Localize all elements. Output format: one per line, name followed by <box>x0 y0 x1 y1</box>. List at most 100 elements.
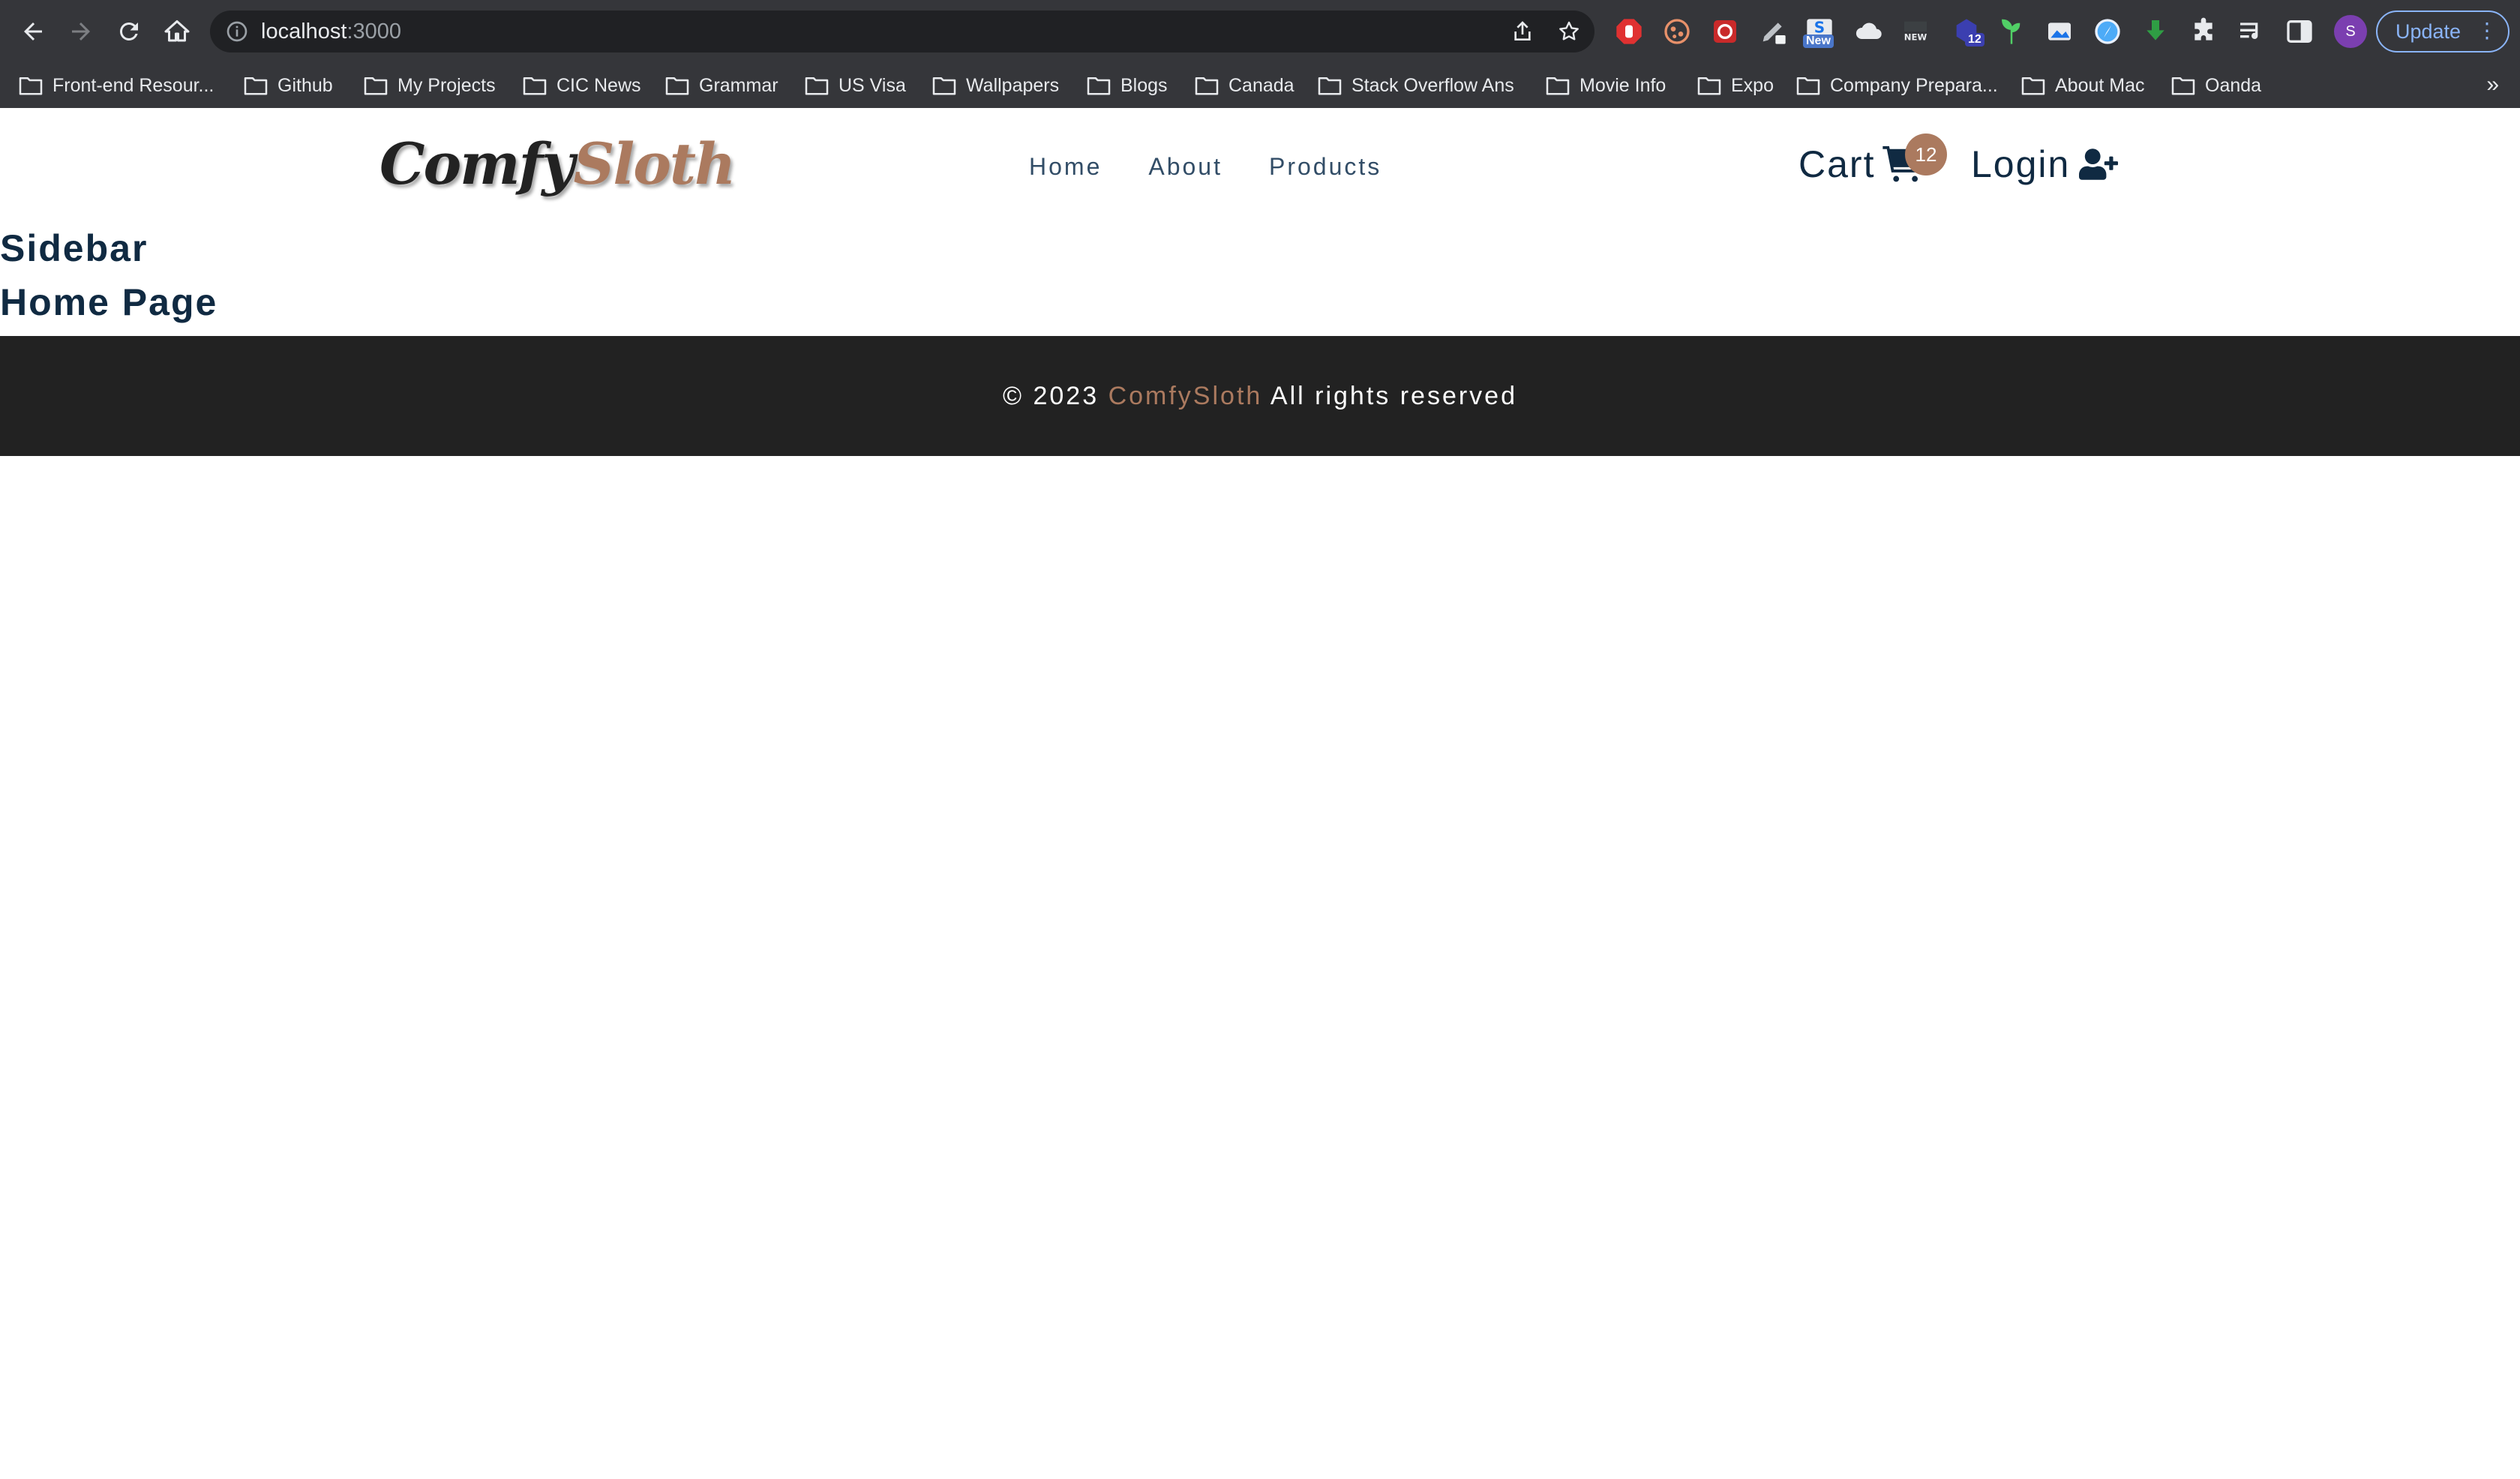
cart-count-badge: 12 <box>1905 134 1947 176</box>
home-button[interactable] <box>159 14 195 50</box>
footer-copyright: © 2023 ComfySloth All rights reserved <box>1003 382 1517 411</box>
image-icon <box>2048 22 2071 40</box>
bookmark-item[interactable]: Wallpapers <box>932 70 1059 100</box>
side-panel-icon <box>2287 20 2312 43</box>
extension-new-badge: New <box>1803 34 1834 48</box>
bookmark-item[interactable]: Blogs <box>1086 70 1168 100</box>
url-host: localhost <box>261 20 347 44</box>
home-icon <box>164 20 190 42</box>
footer-year: © 2023 <box>1002 381 1100 410</box>
folder-icon <box>1796 76 1820 95</box>
bookmark-item[interactable]: Github <box>243 70 333 100</box>
nav-link-products[interactable]: Products <box>1269 153 1382 181</box>
bookmark-item[interactable]: Stack Overflow Ans <box>1317 70 1514 100</box>
bookmark-label: Github <box>278 74 333 96</box>
folder-icon <box>19 76 43 95</box>
login-label: Login <box>1971 143 2071 185</box>
bookmark-item[interactable]: Movie Info <box>1545 70 1666 100</box>
footer-brand: ComfySloth <box>1108 381 1263 410</box>
bookmark-label: Oanda <box>2205 74 2262 96</box>
extension-download[interactable] <box>2139 15 2172 48</box>
extensions-menu-button[interactable] <box>2187 15 2220 48</box>
bookmark-label: Company Prepara... <box>1830 74 1998 96</box>
bookmark-label: CIC News <box>556 74 641 96</box>
cart-button[interactable]: Cart <box>1798 142 1923 186</box>
logo-text-sloth: Sloth <box>573 130 736 197</box>
web-page: ComfySloth Home About Products Cart 12 L… <box>0 108 2520 1479</box>
forward-button[interactable] <box>63 14 99 50</box>
bookmark-star-icon[interactable] <box>1557 20 1581 44</box>
profile-avatar[interactable]: S <box>2334 15 2367 48</box>
user-plus-icon <box>2079 148 2119 180</box>
address-bar[interactable]: localhost:3000 <box>210 10 1594 52</box>
extension-puzzle-count[interactable]: 12 <box>1950 15 1984 48</box>
extension-picture[interactable] <box>2043 15 2076 48</box>
site-logo[interactable]: ComfySloth <box>380 130 736 197</box>
bookmark-label: Canada <box>1228 74 1294 96</box>
side-panel-button[interactable] <box>2283 15 2316 48</box>
download-arrow-icon <box>2146 20 2164 40</box>
share-icon[interactable] <box>1510 20 1534 44</box>
pen-icon <box>1762 22 1786 44</box>
extension-cloud[interactable] <box>1852 15 1886 48</box>
nav-link-home[interactable]: Home <box>1029 153 1102 181</box>
bookmark-item[interactable]: Front-end Resour... <box>18 70 214 100</box>
bookmark-label: Wallpapers <box>966 74 1060 96</box>
extension-pen[interactable] <box>1756 15 1790 48</box>
nav-links: Home About Products <box>1029 153 1428 181</box>
bookmark-label: Stack Overflow Ans <box>1352 74 1514 96</box>
back-button[interactable] <box>15 14 51 50</box>
cart-label: Cart <box>1798 143 1876 185</box>
bookmark-item[interactable]: Company Prepara... <box>1796 70 1998 100</box>
bookmark-item[interactable]: CIC News <box>522 70 641 100</box>
extension-cookie[interactable] <box>1660 15 1694 48</box>
media-control-button[interactable] <box>2235 15 2268 48</box>
url-text[interactable]: localhost:3000 <box>261 20 401 44</box>
bookmark-item[interactable]: Canada <box>1194 70 1294 100</box>
compass-icon <box>2095 19 2120 44</box>
extension-red-box[interactable] <box>1708 15 1742 48</box>
folder-icon <box>523 76 547 95</box>
bookmark-item[interactable]: Grammar <box>664 70 778 100</box>
reload-icon <box>119 22 138 40</box>
folder-icon <box>932 76 956 95</box>
bookmark-item[interactable]: Oanda <box>2170 70 2261 100</box>
bookmark-label: Blogs <box>1120 74 1168 96</box>
kebab-menu-icon[interactable]: ⋮ <box>2476 12 2498 50</box>
extension-compass[interactable] <box>2091 15 2124 48</box>
bookmark-label: Grammar <box>699 74 778 96</box>
folder-icon <box>805 76 829 95</box>
bookmark-item[interactable]: About Mac <box>2020 70 2145 100</box>
folder-icon <box>244 76 268 95</box>
site-footer: © 2023 ComfySloth All rights reserved <box>0 336 2520 456</box>
gift-icon <box>1714 20 1736 43</box>
folder-icon <box>2021 76 2045 95</box>
folder-icon <box>1697 76 1721 95</box>
bookmarks-bar: » Front-end Resour... Github My Projects CI… <box>0 63 2520 108</box>
bookmark-label: About Mac <box>2055 74 2145 96</box>
nav-link-about[interactable]: About <box>1148 153 1222 181</box>
info-icon[interactable] <box>225 20 249 44</box>
bookmark-item[interactable]: US Visa <box>804 70 906 100</box>
bookmark-label: Expo <box>1731 74 1774 96</box>
bookmark-item[interactable]: My Projects <box>363 70 496 100</box>
bookmark-label: My Projects <box>398 74 496 96</box>
cookie-icon <box>1664 19 1690 44</box>
page-title: Home Page <box>0 281 218 323</box>
extension-adblock[interactable] <box>1612 15 1646 48</box>
cloud-icon <box>1856 22 1882 39</box>
arrow-left-icon <box>24 22 42 40</box>
update-button[interactable]: Update ⋮ <box>2376 10 2510 52</box>
extension-news[interactable]: NEW <box>1899 15 1932 48</box>
folder-icon <box>1546 76 1570 95</box>
sidebar-heading: Sidebar <box>0 227 148 269</box>
extension-plant[interactable] <box>1995 15 2028 48</box>
browser-chrome: localhost:3000 S New NEW 12 S Update ⋮ »… <box>0 0 2520 108</box>
more-bookmarks-button[interactable]: » <box>2486 72 2499 98</box>
logo-text-comfy: Comfy <box>380 130 574 197</box>
extension-new[interactable]: S New <box>1803 15 1836 48</box>
bookmark-item[interactable]: Expo <box>1696 70 1774 100</box>
update-label: Update <box>2396 20 2462 43</box>
login-button[interactable]: Login <box>1971 142 2119 186</box>
reload-button[interactable] <box>111 14 147 50</box>
